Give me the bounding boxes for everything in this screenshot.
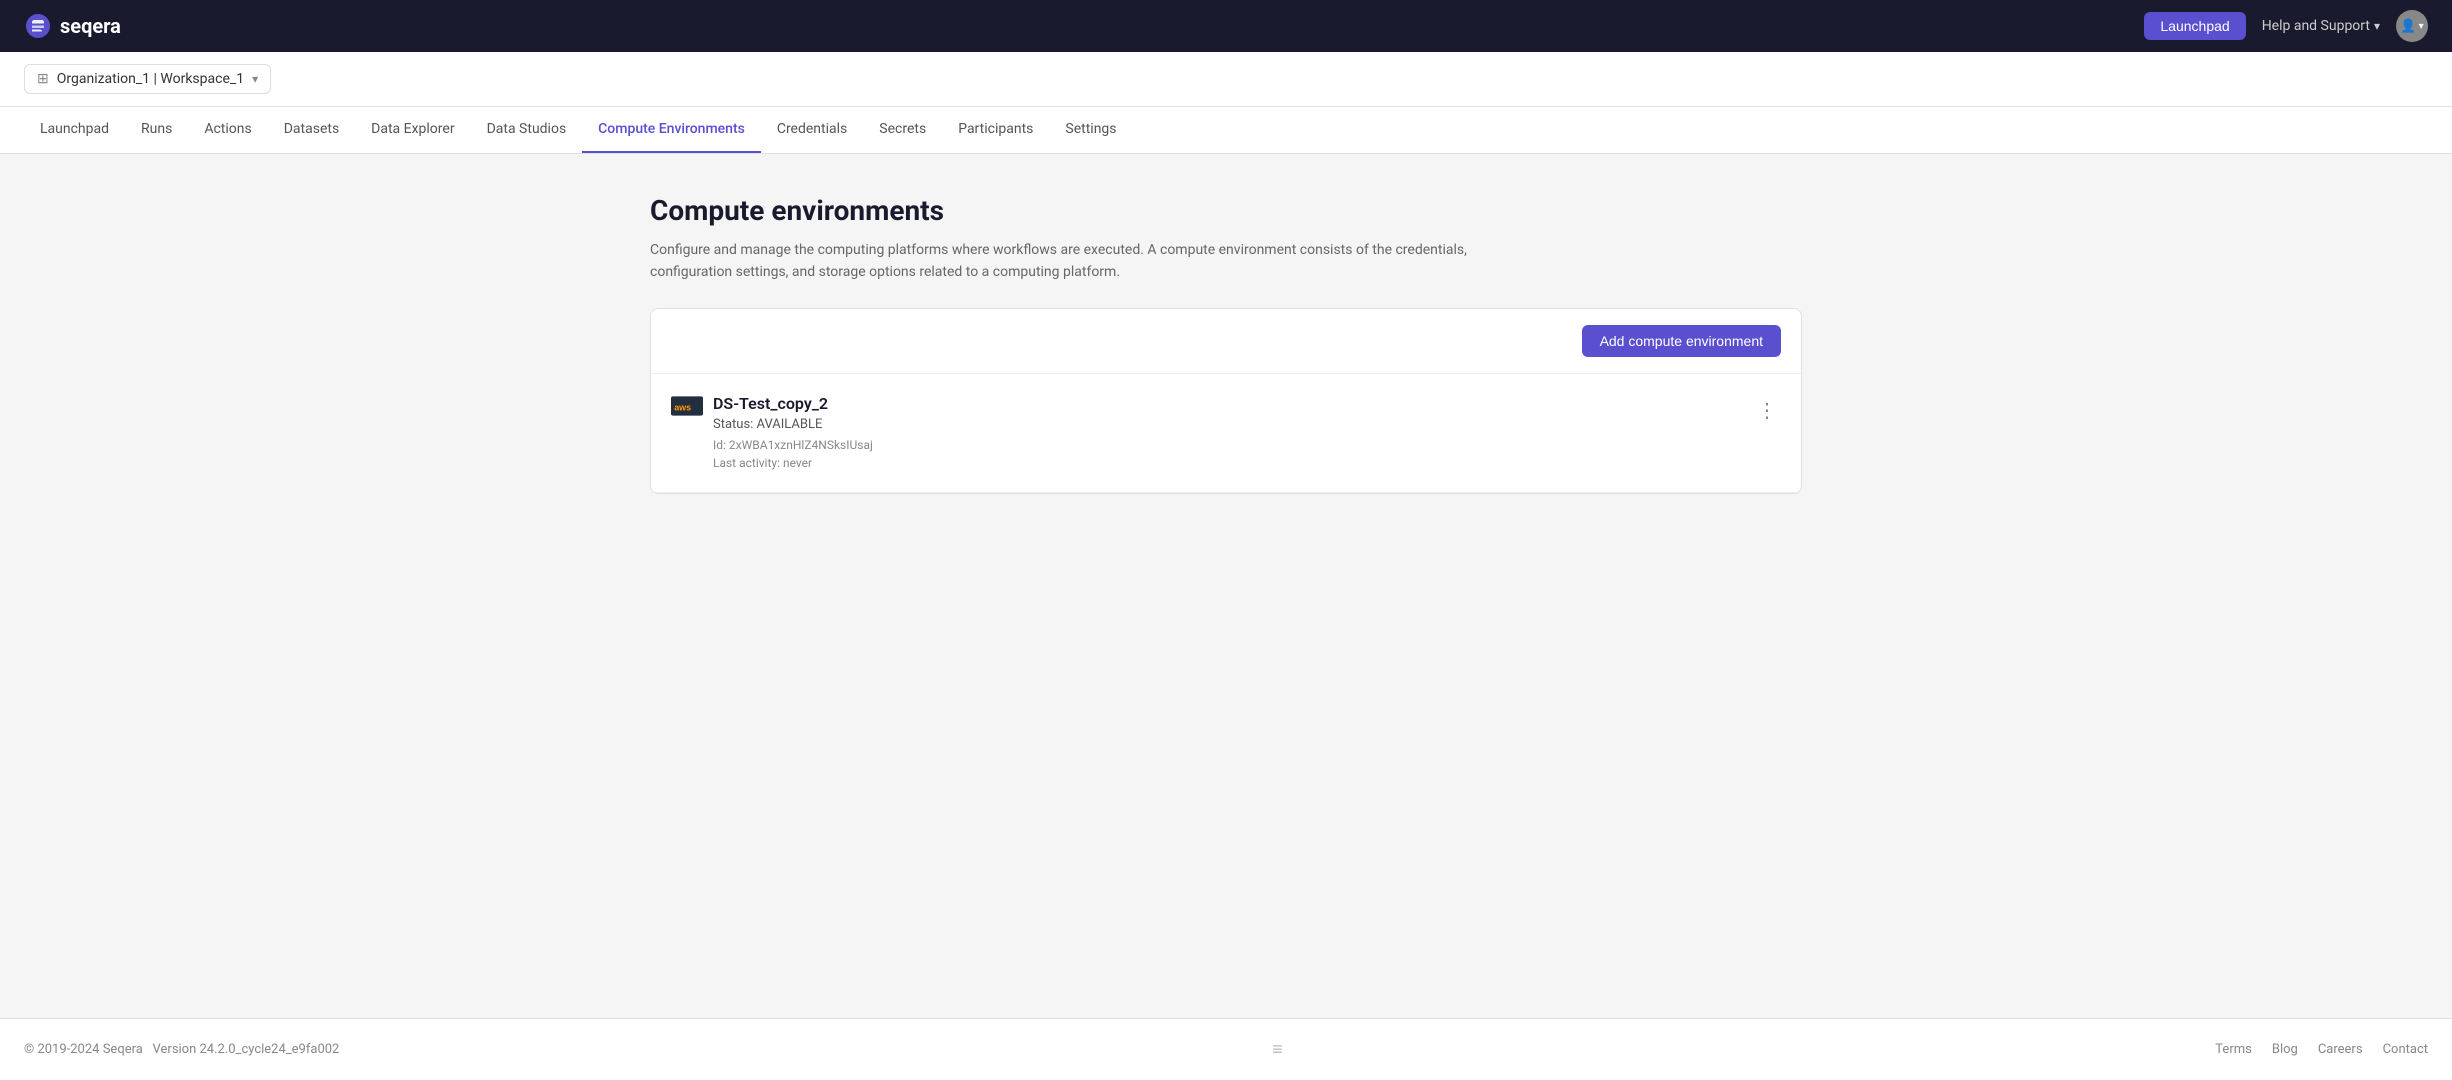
main-content: Compute environments Configure and manag… xyxy=(626,154,1826,1018)
tab-compute-environments[interactable]: Compute Environments xyxy=(582,107,761,153)
page-title: Compute environments xyxy=(650,194,1802,227)
tab-participants[interactable]: Participants xyxy=(942,107,1049,153)
card-header: Add compute environment xyxy=(651,309,1801,374)
navbar: seqera Launchpad Help and Support ▾ 👤 ▾ xyxy=(0,0,2452,52)
env-info: DS-Test_copy_2 Status: AVAILABLE Id: 2xW… xyxy=(713,394,873,472)
logo-link[interactable]: seqera xyxy=(24,12,121,40)
nav-tabs: LaunchpadRunsActionsDatasetsData Explore… xyxy=(0,107,2452,154)
environment-list: aws DS-Test_copy_2 Status: AVAILABLE Id:… xyxy=(651,374,1801,493)
footer-links: Terms Blog Careers Contact xyxy=(2215,1042,2428,1057)
footer-copyright: © 2019-2024 Seqera Version 24.2.0_cycle2… xyxy=(24,1042,339,1057)
chevron-down-icon: ▾ xyxy=(2374,19,2380,33)
footer-version: Version 24.2.0_cycle24_e9fa002 xyxy=(153,1042,340,1057)
help-support-label: Help and Support xyxy=(2262,18,2370,34)
workspace-selector[interactable]: ⊞ Organization_1 | Workspace_1 ▾ xyxy=(24,64,271,94)
workspace-bar: ⊞ Organization_1 | Workspace_1 ▾ xyxy=(0,52,2452,107)
tab-data-studios[interactable]: Data Studios xyxy=(471,107,583,153)
tab-settings[interactable]: Settings xyxy=(1049,107,1132,153)
footer-link-terms[interactable]: Terms xyxy=(2215,1042,2252,1057)
env-status: Status: AVAILABLE xyxy=(713,417,873,432)
footer-link-careers[interactable]: Careers xyxy=(2318,1042,2363,1057)
workspace-chevron-icon: ▾ xyxy=(252,72,258,86)
avatar[interactable]: 👤 ▾ xyxy=(2396,10,2428,42)
avatar-chevron: ▾ xyxy=(2419,21,2424,32)
tab-datasets[interactable]: Datasets xyxy=(268,107,355,153)
env-id: Id: 2xWBA1xznHlZ4NSksIUsaj xyxy=(713,436,873,454)
help-support-dropdown[interactable]: Help and Support ▾ xyxy=(2262,18,2380,34)
tab-credentials[interactable]: Credentials xyxy=(761,107,863,153)
tab-launchpad[interactable]: Launchpad xyxy=(24,107,125,153)
tab-actions[interactable]: Actions xyxy=(188,107,267,153)
compute-environments-card: Add compute environment aws DS-Test_copy… xyxy=(650,308,1802,494)
workspace-label: Organization_1 | Workspace_1 xyxy=(57,71,244,87)
footer-icon: ≡ xyxy=(1272,1039,1283,1060)
footer-center: ≡ xyxy=(1272,1039,1283,1060)
env-actions-menu-button[interactable]: ⋮ xyxy=(1753,394,1781,426)
footer-link-contact[interactable]: Contact xyxy=(2383,1042,2428,1057)
footer: © 2019-2024 Seqera Version 24.2.0_cycle2… xyxy=(0,1018,2452,1080)
launchpad-nav-button[interactable]: Launchpad xyxy=(2144,12,2245,40)
environment-item: aws DS-Test_copy_2 Status: AVAILABLE Id:… xyxy=(651,374,1801,493)
footer-link-blog[interactable]: Blog xyxy=(2272,1042,2298,1057)
tab-runs[interactable]: Runs xyxy=(125,107,188,153)
env-name: DS-Test_copy_2 xyxy=(713,394,873,413)
tab-secrets[interactable]: Secrets xyxy=(863,107,942,153)
env-left: aws DS-Test_copy_2 Status: AVAILABLE Id:… xyxy=(671,394,873,472)
svg-text:aws: aws xyxy=(674,402,691,412)
env-last-activity: Last activity: never xyxy=(713,454,873,472)
aws-logo-icon: aws xyxy=(671,396,703,416)
seqera-logo-icon xyxy=(24,12,52,40)
add-compute-environment-button[interactable]: Add compute environment xyxy=(1582,325,1781,357)
avatar-icon: 👤 xyxy=(2400,19,2416,34)
logo-text: seqera xyxy=(60,14,121,38)
navbar-left: seqera xyxy=(24,12,121,40)
page-description: Configure and manage the computing platf… xyxy=(650,239,1550,284)
workspace-icon: ⊞ xyxy=(37,71,49,87)
tab-data-explorer[interactable]: Data Explorer xyxy=(355,107,470,153)
navbar-right: Launchpad Help and Support ▾ 👤 ▾ xyxy=(2144,10,2428,42)
